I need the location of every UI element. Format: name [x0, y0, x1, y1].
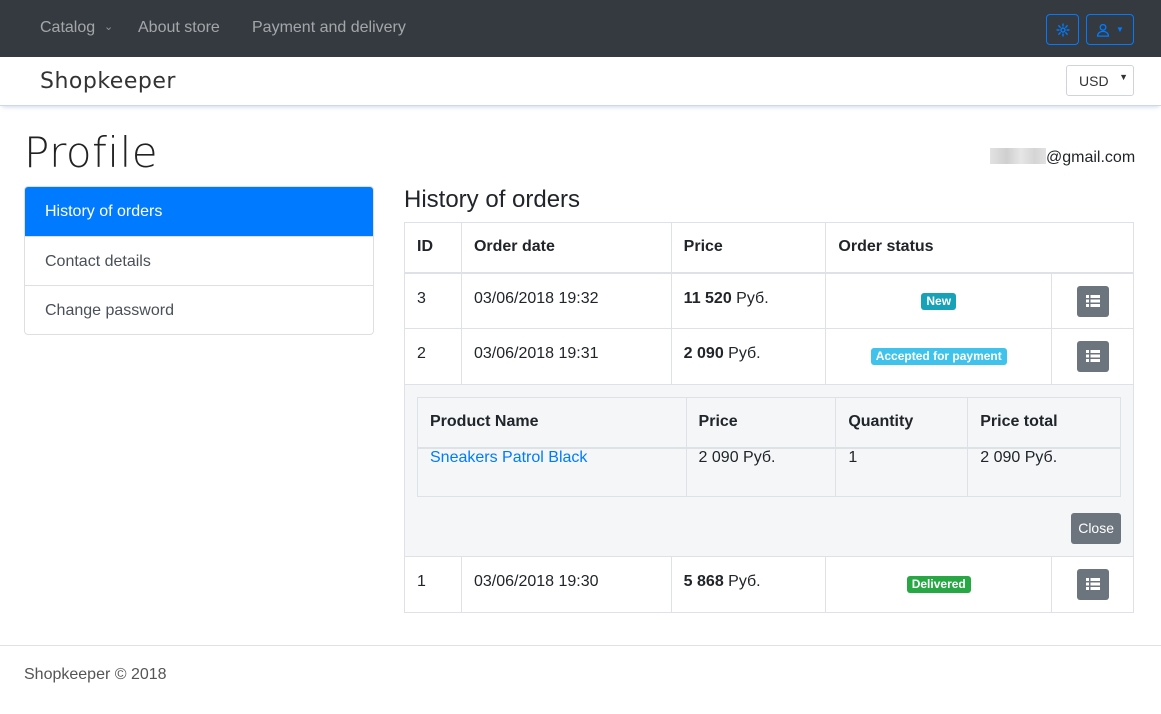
price-currency: Руб. [723, 573, 761, 590]
column-header-item-price: Price [685, 397, 837, 449]
order-items-table: Product Name Price Quantity Price total … [417, 397, 1121, 497]
item-price: 2 090 Руб. [685, 447, 837, 497]
status-badge: Accepted for payment [870, 348, 1007, 365]
order-price: 2 090 Руб. [670, 328, 827, 385]
column-header-price-total: Price total [967, 397, 1121, 449]
order-id: 3 [404, 272, 462, 329]
gear-icon [1055, 22, 1070, 37]
table-row: 2 03/06/2018 19:31 2 090 Руб. Accepted f… [404, 328, 1134, 385]
order-id: 2 [404, 328, 462, 385]
redacted-text [990, 148, 1046, 164]
order-details-button[interactable] [1076, 341, 1109, 372]
list-icon [1085, 578, 1100, 590]
page-title: Profile [24, 128, 159, 177]
close-button[interactable]: Close [1071, 513, 1121, 544]
item-quantity: 1 [835, 447, 969, 497]
nav-payment-delivery[interactable]: Payment and delivery [252, 18, 406, 38]
user-icon [1096, 23, 1110, 37]
product-name-cell: Sneakers Patrol Black [417, 447, 687, 497]
sidebar-item-contact[interactable]: Contact details [25, 236, 373, 285]
settings-button[interactable] [1046, 14, 1079, 45]
orders-table: ID Order date Price Order status 3 03/06… [404, 222, 1134, 613]
order-price: 5 868 Руб. [670, 556, 827, 613]
brand-bar: Shopkeeper USD ▼ [0, 57, 1161, 106]
order-details-button[interactable] [1076, 569, 1109, 600]
nav-about-store[interactable]: About store [138, 18, 220, 38]
order-details-panel: Product Name Price Quantity Price total … [404, 384, 1134, 557]
status-badge: New [921, 292, 957, 310]
order-price: 11 520 Руб. [670, 272, 827, 329]
list-icon [1085, 350, 1100, 362]
order-status-cell: Accepted for payment [825, 328, 1053, 385]
order-date: 03/06/2018 19:32 [460, 272, 672, 329]
order-status-cell: New [825, 272, 1053, 329]
order-id: 1 [404, 556, 462, 613]
column-header-date: Order date [460, 222, 672, 274]
column-header-quantity: Quantity [835, 397, 969, 449]
currency-value: USD [1079, 73, 1109, 89]
column-header-price: Price [670, 222, 827, 274]
price-currency: Руб. [723, 345, 761, 362]
nav-catalog[interactable]: Catalog [40, 18, 95, 38]
chevron-down-icon: ⌄ [104, 21, 114, 33]
table-row: Sneakers Patrol Black 2 090 Руб. 1 2 090… [417, 447, 1121, 497]
item-total: 2 090 Руб. [967, 447, 1121, 497]
sidebar-item-history[interactable]: History of orders [25, 187, 373, 236]
order-date: 03/06/2018 19:31 [460, 328, 672, 385]
sidebar-item-password[interactable]: Change password [25, 285, 373, 334]
order-status-cell: Delivered [825, 556, 1053, 613]
chevron-down-icon: ▼ [1116, 25, 1124, 34]
order-date: 03/06/2018 19:30 [460, 556, 672, 613]
status-badge: Delivered [906, 576, 971, 593]
order-actions [1051, 272, 1134, 329]
order-actions [1051, 328, 1134, 385]
top-navbar: Catalog ⌄ About store Payment and delive… [0, 0, 1161, 57]
price-currency: Руб. [731, 289, 769, 307]
table-row: 3 03/06/2018 19:32 11 520 Руб. New [404, 272, 1134, 329]
order-actions [1051, 556, 1134, 613]
column-header-product: Product Name [417, 397, 687, 449]
chevron-down-icon: ▼ [1119, 72, 1128, 82]
order-details-row: Product Name Price Quantity Price total … [404, 384, 1134, 557]
table-header-row: ID Order date Price Order status [404, 222, 1134, 274]
brand-logo[interactable]: Shopkeeper [40, 69, 176, 94]
price-value: 5 868 [683, 573, 724, 590]
list-icon [1085, 294, 1100, 307]
email-domain: @gmail.com [1046, 149, 1136, 166]
footer-copyright: Shopkeeper © 2018 [24, 666, 167, 683]
table-row: 1 03/06/2018 19:30 5 868 Руб. Delivered [404, 556, 1134, 613]
currency-select[interactable]: USD ▼ [1066, 65, 1134, 96]
user-email: @gmail.com [990, 148, 1135, 167]
details-footer: Close [417, 513, 1121, 544]
section-title: History of orders [404, 186, 581, 213]
order-details-button[interactable] [1076, 285, 1109, 317]
user-menu-button[interactable]: ▼ [1086, 14, 1134, 45]
column-header-status: Order status [825, 222, 1134, 274]
column-header-id: ID [404, 222, 462, 274]
items-header-row: Product Name Price Quantity Price total [417, 397, 1121, 449]
price-value: 11 520 [683, 289, 732, 307]
product-link[interactable]: Sneakers Patrol Black [430, 449, 587, 466]
price-value: 2 090 [683, 345, 724, 362]
page-footer: Shopkeeper © 2018 [0, 645, 1161, 714]
profile-sidebar: History of orders Contact details Change… [24, 186, 374, 335]
